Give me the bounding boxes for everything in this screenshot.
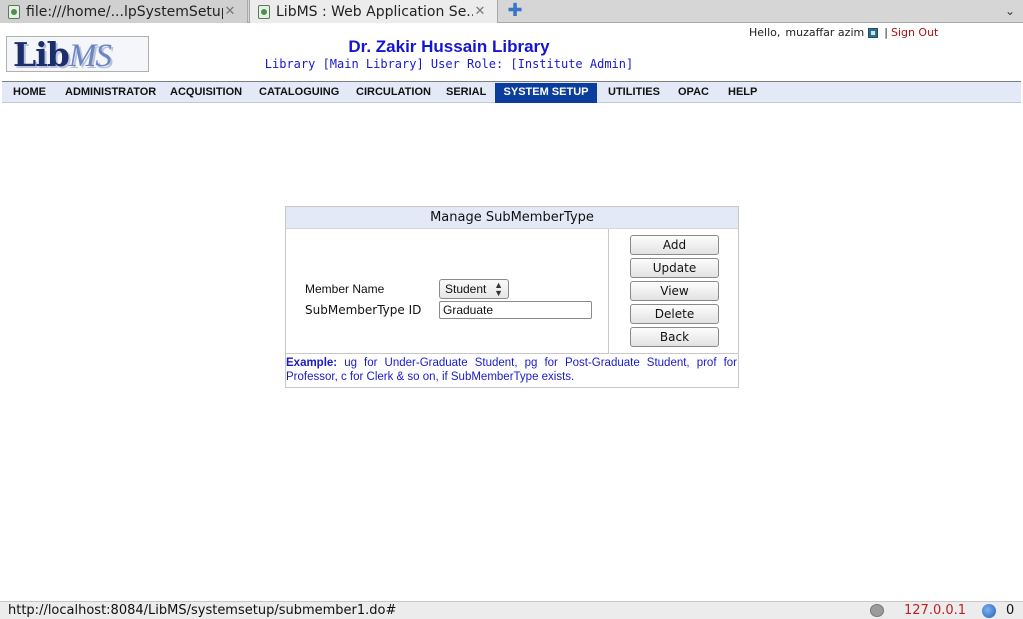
browser-status-bar: http://localhost:8084/LibMS/systemsetup/… — [0, 601, 1023, 619]
nav-acquisition[interactable]: ACQUISITION — [162, 82, 250, 102]
library-name: Dr. Zakir Hussain Library — [348, 37, 550, 56]
status-ip: 127.0.0.1 — [904, 603, 967, 618]
nav-serial[interactable]: SERIAL — [438, 82, 494, 102]
sign-out-link[interactable]: Sign Out — [891, 26, 938, 39]
browser-tab-file[interactable]: file:///home/...lpSystemSetup ✕ — [0, 0, 248, 23]
example-text: ug for Under-Graduate Student, pg for Po… — [286, 357, 737, 383]
nav-opac[interactable]: OPAC — [670, 82, 717, 102]
status-url: http://localhost:8084/LibMS/systemsetup/… — [8, 603, 397, 618]
tab-label: file:///home/...lpSystemSetup — [26, 3, 223, 20]
page-icon — [8, 4, 20, 19]
library-role: Library [Main Library] User Role: [Insti… — [264, 57, 634, 71]
manage-submembertype-panel: Manage SubMemberType Member Name Student… — [285, 206, 739, 388]
nav-administrator[interactable]: ADMINISTRATOR — [57, 82, 164, 102]
user-greeting: Hello, muzaffar azim | Sign Out — [749, 26, 938, 39]
nav-home[interactable]: HOME — [5, 82, 54, 102]
example-note: Example: ug for Under-Graduate Student, … — [286, 355, 738, 387]
form-fields: Member Name Student ▲ ▼ SubMemberType ID … — [286, 229, 609, 354]
update-button[interactable]: Update — [630, 258, 719, 278]
main-nav: HOME ADMINISTRATOR ACQUISITION CATALOGUI… — [2, 81, 1021, 103]
greasemonkey-icon[interactable] — [870, 604, 884, 617]
submembertype-id-input[interactable]: Graduate — [439, 301, 592, 319]
username: muzaffar azim — [785, 26, 865, 39]
tab-label: LibMS : Web Application Se... — [276, 3, 473, 20]
select-arrows-icon: ▲ ▼ — [494, 280, 503, 298]
nav-circulation[interactable]: CIRCULATION — [348, 82, 439, 102]
nav-cataloguing[interactable]: CATALOGUING — [251, 82, 347, 102]
libms-logo: LibMS — [6, 35, 149, 74]
action-buttons: Add Update View Delete Back — [610, 229, 738, 354]
submembertype-id-label: SubMemberType ID — [305, 303, 422, 317]
member-name-label: Member Name — [305, 282, 385, 296]
close-icon[interactable]: ✕ — [473, 4, 487, 19]
logo-text-ms: MS — [68, 38, 112, 74]
delete-button[interactable]: Delete — [630, 304, 719, 324]
page-icon — [258, 4, 270, 19]
close-icon[interactable]: ✕ — [223, 4, 237, 19]
tab-list-chevron-icon[interactable]: ⌄ — [1002, 1, 1018, 21]
nav-system-setup[interactable]: SYSTEM SETUP — [495, 83, 597, 103]
browser-tab-strip: file:///home/...lpSystemSetup ✕ LibMS : … — [0, 0, 1023, 23]
logo-text-lib: Lib — [13, 35, 70, 74]
user-menu-icon[interactable] — [868, 27, 879, 38]
panel-title: Manage SubMemberType — [286, 207, 738, 229]
nav-help[interactable]: HELP — [720, 82, 765, 102]
add-button[interactable]: Add — [630, 235, 719, 255]
view-button[interactable]: View — [630, 281, 719, 301]
member-name-value: Student — [445, 282, 487, 296]
separator: | — [884, 26, 888, 39]
member-name-select[interactable]: Student ▲ ▼ — [439, 279, 509, 299]
status-count: 0 — [1006, 603, 1015, 618]
new-tab-icon[interactable]: ✚ — [506, 1, 524, 21]
browser-tab-libms[interactable]: LibMS : Web Application Se... ✕ — [249, 0, 498, 23]
nav-utilities[interactable]: UTILITIES — [600, 82, 668, 102]
back-button[interactable]: Back — [630, 327, 719, 347]
greeting-text: Hello, — [749, 26, 781, 39]
example-label: Example: — [286, 357, 338, 369]
globe-icon[interactable] — [982, 604, 996, 618]
